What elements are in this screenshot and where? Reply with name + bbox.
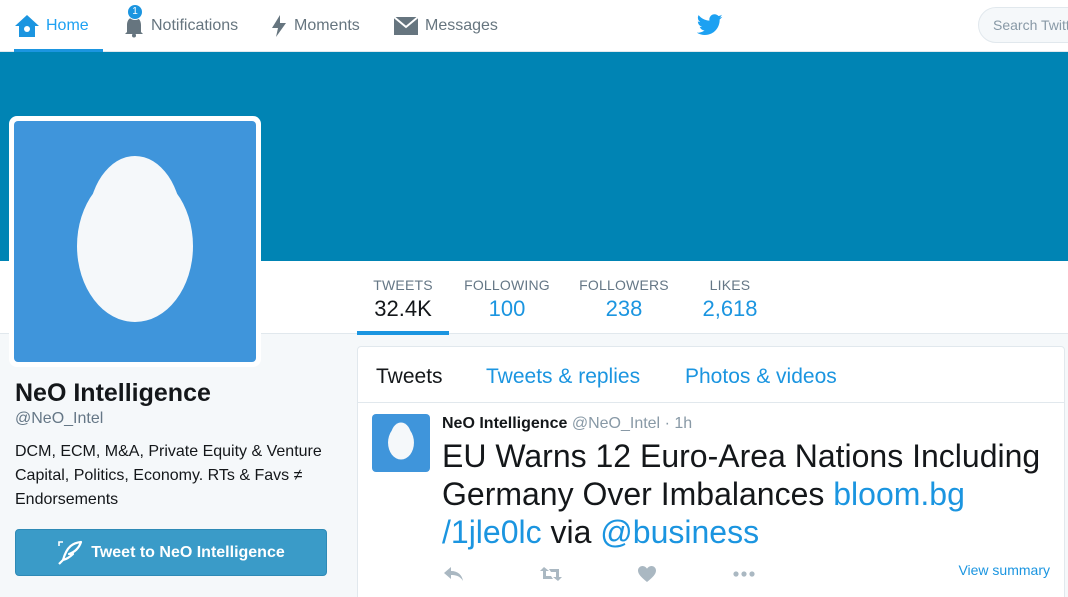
- profile-avatar[interactable]: [9, 116, 261, 367]
- stat-followers[interactable]: FOLLOWERS 238: [578, 261, 670, 334]
- stat-label: FOLLOWING: [464, 277, 550, 293]
- tweet-mention[interactable]: @business: [600, 514, 759, 550]
- nav-messages[interactable]: Messages: [393, 0, 498, 52]
- nav-notifications-label: Notifications: [151, 17, 239, 34]
- tweet-header: NeO Intelligence @NeO_Intel · 1h: [442, 415, 692, 433]
- profile-bio: DCM, ECM, M&A, Private Equity & Venture …: [15, 443, 322, 508]
- nav-home-label: Home: [46, 17, 89, 34]
- heart-icon[interactable]: [637, 565, 657, 583]
- stat-label: FOLLOWERS: [579, 277, 669, 293]
- tweet-text: EU Warns 12 Euro-Area Nations Including …: [442, 437, 1052, 551]
- stat-value: 238: [605, 296, 643, 321]
- tweet-author-handle[interactable]: @NeO_Intel: [572, 415, 660, 432]
- egg-icon: [387, 421, 415, 465]
- stat-likes[interactable]: LIKES 2,618: [690, 261, 770, 334]
- top-navigation: Home 1 Notifications Moments Messages: [0, 0, 1068, 52]
- more-icon[interactable]: [732, 565, 756, 583]
- tab-tweets-replies[interactable]: Tweets & replies: [486, 365, 640, 389]
- nav-home[interactable]: Home: [14, 0, 103, 52]
- reply-icon[interactable]: [442, 565, 464, 583]
- stat-value: 32.4K: [374, 296, 432, 321]
- stat-tweets[interactable]: TWEETS 32.4K: [357, 261, 449, 335]
- tweet-to-button[interactable]: Tweet to NeO Intelligence: [15, 529, 327, 576]
- tweet-separator: ·: [664, 415, 670, 432]
- retweet-icon[interactable]: [539, 565, 563, 583]
- view-summary-link[interactable]: View summary: [958, 562, 1050, 578]
- stat-label: LIKES: [709, 277, 751, 293]
- tweet-via: via: [541, 514, 601, 550]
- lightning-icon: [270, 14, 288, 38]
- notification-badge: 1: [127, 4, 143, 20]
- quill-icon: [57, 540, 83, 566]
- stat-following[interactable]: FOLLOWING 100: [462, 261, 552, 334]
- timeline: Tweets Tweets & replies Photos & videos …: [357, 346, 1065, 597]
- home-icon: [14, 14, 40, 38]
- tweet-avatar[interactable]: [372, 414, 430, 472]
- stat-label: TWEETS: [373, 277, 433, 293]
- stat-value: 100: [488, 296, 526, 321]
- tweet-to-label: Tweet to NeO Intelligence: [91, 543, 285, 561]
- nav-moments[interactable]: Moments: [270, 0, 360, 52]
- bell-icon: 1: [123, 4, 145, 38]
- nav-moments-label: Moments: [294, 17, 360, 34]
- tab-tweets[interactable]: Tweets: [376, 365, 443, 389]
- envelope-icon: [393, 15, 419, 37]
- nav-notifications[interactable]: 1 Notifications: [123, 0, 238, 52]
- nav-messages-label: Messages: [425, 17, 498, 34]
- twitter-bird-icon[interactable]: [696, 13, 723, 37]
- tweet-timestamp[interactable]: 1h: [674, 415, 692, 432]
- profile-name[interactable]: NeO Intelligence: [15, 379, 211, 408]
- egg-icon: [75, 154, 195, 329]
- profile-handle[interactable]: @NeO_Intel: [15, 410, 103, 428]
- stat-value: 2,618: [702, 296, 758, 321]
- tab-photos-videos[interactable]: Photos & videos: [685, 365, 837, 389]
- tweet-author-name[interactable]: NeO Intelligence: [442, 415, 567, 432]
- timeline-tabs: Tweets Tweets & replies Photos & videos: [358, 347, 1064, 403]
- search-input[interactable]: [978, 7, 1068, 43]
